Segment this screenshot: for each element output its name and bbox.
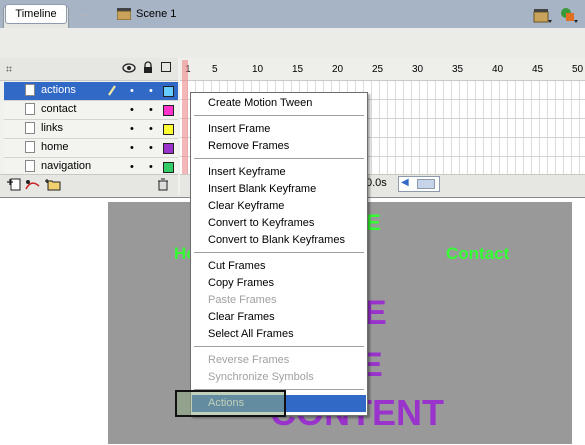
trash-icon[interactable] [157, 178, 169, 191]
menu-remove-frames[interactable]: Remove Frames [192, 138, 366, 155]
layer-name: links [41, 122, 64, 134]
frame-tick: 35 [452, 64, 464, 75]
scene-label: Scene 1 [136, 8, 177, 20]
actions-highlight-box [175, 390, 286, 417]
menu-separator [194, 346, 364, 347]
scene-clapper-icon [117, 8, 131, 20]
grip-icon [6, 66, 12, 72]
layer-icon [25, 122, 35, 134]
frame-tick: 25 [372, 64, 384, 75]
insert-layer-icon[interactable] [7, 178, 21, 191]
edit-symbol-icon[interactable] [558, 4, 580, 26]
menu-insert-frame[interactable]: Insert Frame [192, 121, 366, 138]
visible-dot[interactable]: • [130, 85, 134, 97]
layer-color-swatch[interactable] [163, 86, 174, 97]
menu-convert-to-blank-keyframes[interactable]: Convert to Blank Keyframes [192, 232, 366, 249]
lock-dot[interactable]: • [149, 142, 153, 154]
layer-name: navigation [41, 160, 92, 172]
menu-paste-frames: Paste Frames [208, 294, 277, 306]
frame-tick: 5 [212, 64, 218, 75]
menu-insert-blank-keyframe[interactable]: Insert Blank Keyframe [192, 181, 366, 198]
visible-dot[interactable]: • [130, 161, 134, 173]
contact-link-text: Contact [446, 244, 510, 263]
frame-tick: 50 [572, 64, 584, 75]
layer-header [0, 58, 178, 81]
title-text-fragment: E [366, 210, 381, 235]
lock-dot[interactable]: • [149, 104, 153, 116]
pencil-icon [108, 85, 116, 96]
frame-tick: 10 [252, 64, 264, 75]
frame-context-menu: Create Motion Tween Insert Frame Remove … [190, 92, 368, 416]
frame-tick: 45 [532, 64, 544, 75]
visible-dot[interactable]: • [130, 123, 134, 135]
timeline-scrollbar[interactable]: ◀ [398, 176, 440, 192]
timeline-toggle-button[interactable]: Timeline [5, 4, 67, 24]
layer-name: contact [41, 103, 77, 115]
frame-ruler[interactable]: 1 5 10 15 20 25 30 35 40 45 50 [180, 58, 585, 81]
layer-row-actions[interactable]: actions • • [4, 82, 178, 101]
layer-icon [25, 141, 35, 153]
menu-reverse-frames: Reverse Frames [208, 354, 290, 366]
lock-dot[interactable]: • [149, 85, 153, 97]
lock-dot[interactable]: • [149, 161, 153, 173]
layer-footer [0, 174, 178, 196]
elapsed-time: 0.0s [366, 177, 387, 189]
menu-separator [194, 252, 364, 253]
menu-synchronize-symbols: Synchronize Symbols [208, 371, 314, 383]
insert-layer-folder-icon[interactable] [45, 178, 61, 191]
menu-select-all-frames[interactable]: Select All Frames [192, 326, 366, 343]
menu-clear-frames[interactable]: Clear Frames [192, 309, 366, 326]
lock-dot[interactable]: • [149, 123, 153, 135]
menu-cut-frames[interactable]: Cut Frames [192, 258, 366, 275]
edit-bar [0, 28, 585, 59]
layer-name: actions [41, 84, 76, 96]
menu-separator [194, 158, 364, 159]
add-motion-guide-icon[interactable] [25, 178, 41, 191]
layer-icon [25, 103, 35, 115]
layer-name: home [41, 141, 69, 153]
menu-clear-keyframe[interactable]: Clear Keyframe [192, 198, 366, 215]
menu-separator [194, 115, 364, 116]
layer-color-swatch[interactable] [163, 124, 174, 135]
frame-tick: 15 [292, 64, 304, 75]
outline-icon[interactable] [161, 62, 171, 72]
layer-row-contact[interactable]: contact • • [4, 101, 178, 120]
frame-tick: 20 [332, 64, 344, 75]
layer-row-home[interactable]: home • • [4, 139, 178, 158]
layer-color-swatch[interactable] [163, 143, 174, 154]
lock-icon[interactable] [143, 61, 153, 74]
back-arrow-icon[interactable]: ← [76, 4, 96, 24]
edit-scene-icon[interactable] [531, 4, 553, 26]
visible-dot[interactable]: • [130, 104, 134, 116]
playhead[interactable] [182, 60, 188, 174]
eye-icon[interactable] [122, 63, 136, 73]
layer-color-swatch[interactable] [163, 162, 174, 173]
menu-copy-frames[interactable]: Copy Frames [192, 275, 366, 292]
frame-tick: 30 [412, 64, 424, 75]
visible-dot[interactable]: • [130, 142, 134, 154]
layer-icon [25, 84, 35, 96]
layer-icon [25, 160, 35, 172]
menu-insert-keyframe[interactable]: Insert Keyframe [192, 164, 366, 181]
scroll-left-icon[interactable]: ◀ [401, 177, 409, 188]
layer-color-swatch[interactable] [163, 105, 174, 116]
menu-create-motion-tween[interactable]: Create Motion Tween [192, 95, 366, 112]
scroll-thumb[interactable] [417, 179, 435, 189]
layer-row-links[interactable]: links • • [4, 120, 178, 139]
frame-tick: 40 [492, 64, 504, 75]
menu-convert-to-keyframes[interactable]: Convert to Keyframes [192, 215, 366, 232]
